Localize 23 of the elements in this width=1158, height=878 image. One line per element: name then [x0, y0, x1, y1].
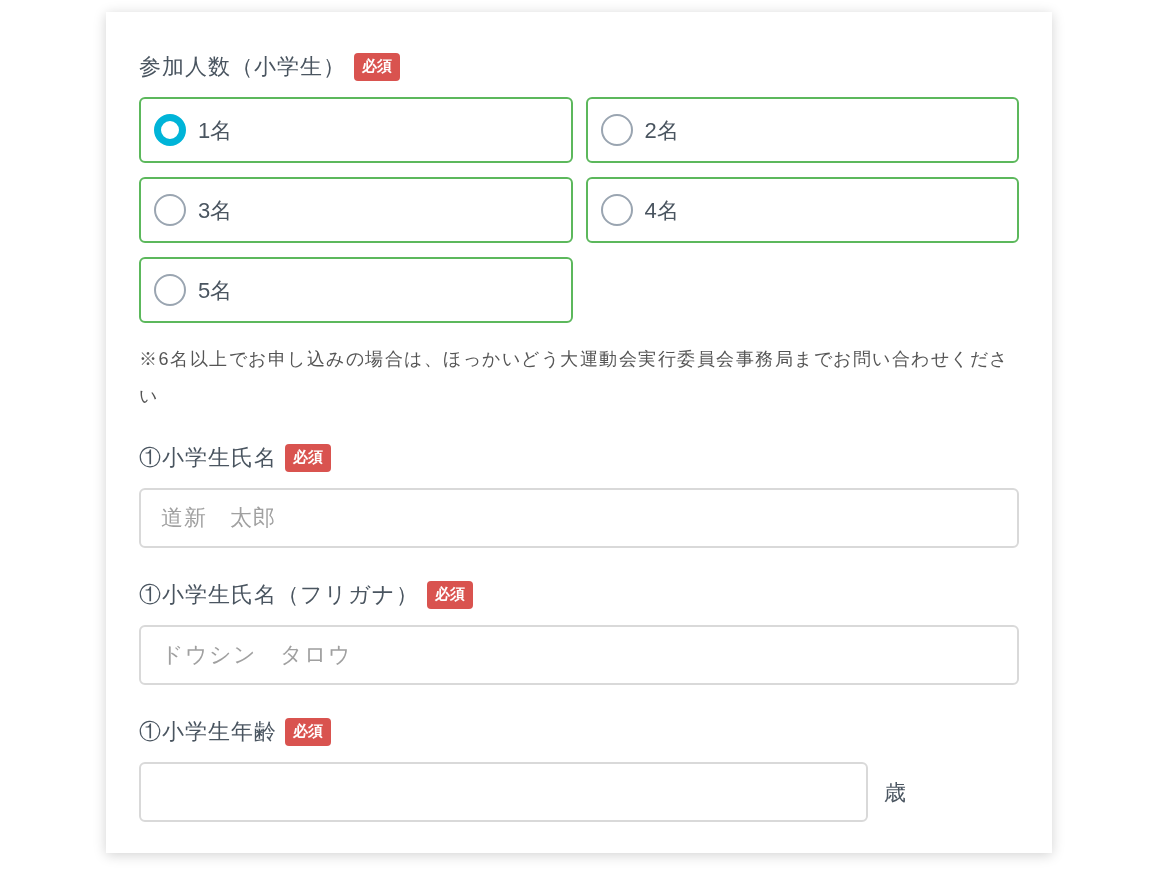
radio-button[interactable]: [600, 194, 633, 226]
radio-button[interactable]: [154, 194, 186, 226]
radio-option[interactable]: 3名: [139, 177, 573, 243]
radio-button[interactable]: [600, 114, 633, 146]
input-field[interactable]: 道新 太郎: [139, 488, 1019, 548]
field-label: ①小学生氏名（フリガナ）: [139, 581, 419, 609]
note-text: ※6名以上でお申し込みの場合は、ほっかいどう大運動会実行委員会事務局までお問い合わせください: [139, 348, 1010, 408]
required-badge: 必須: [285, 443, 331, 472]
field-label: ①小学生氏名: [139, 444, 277, 472]
required-badge: 必須: [354, 52, 400, 81]
radio-option[interactable]: 1名: [139, 97, 573, 163]
radio-button[interactable]: [154, 114, 186, 146]
radio-option[interactable]: 5名: [139, 257, 573, 323]
input-field[interactable]: ドウシン タロウ: [139, 625, 1019, 685]
radio-option[interactable]: 2名: [585, 97, 1019, 163]
field-label: 参加人数（小学生）: [139, 53, 346, 81]
field-label: ①小学生年齢: [139, 718, 277, 746]
required-badge: 必須: [285, 717, 331, 746]
required-badge: 必須: [427, 580, 473, 609]
unit-label: 歳: [884, 778, 906, 807]
radio-option[interactable]: 4名: [585, 177, 1019, 243]
radio-button[interactable]: [154, 274, 186, 306]
input-field[interactable]: [139, 762, 868, 822]
